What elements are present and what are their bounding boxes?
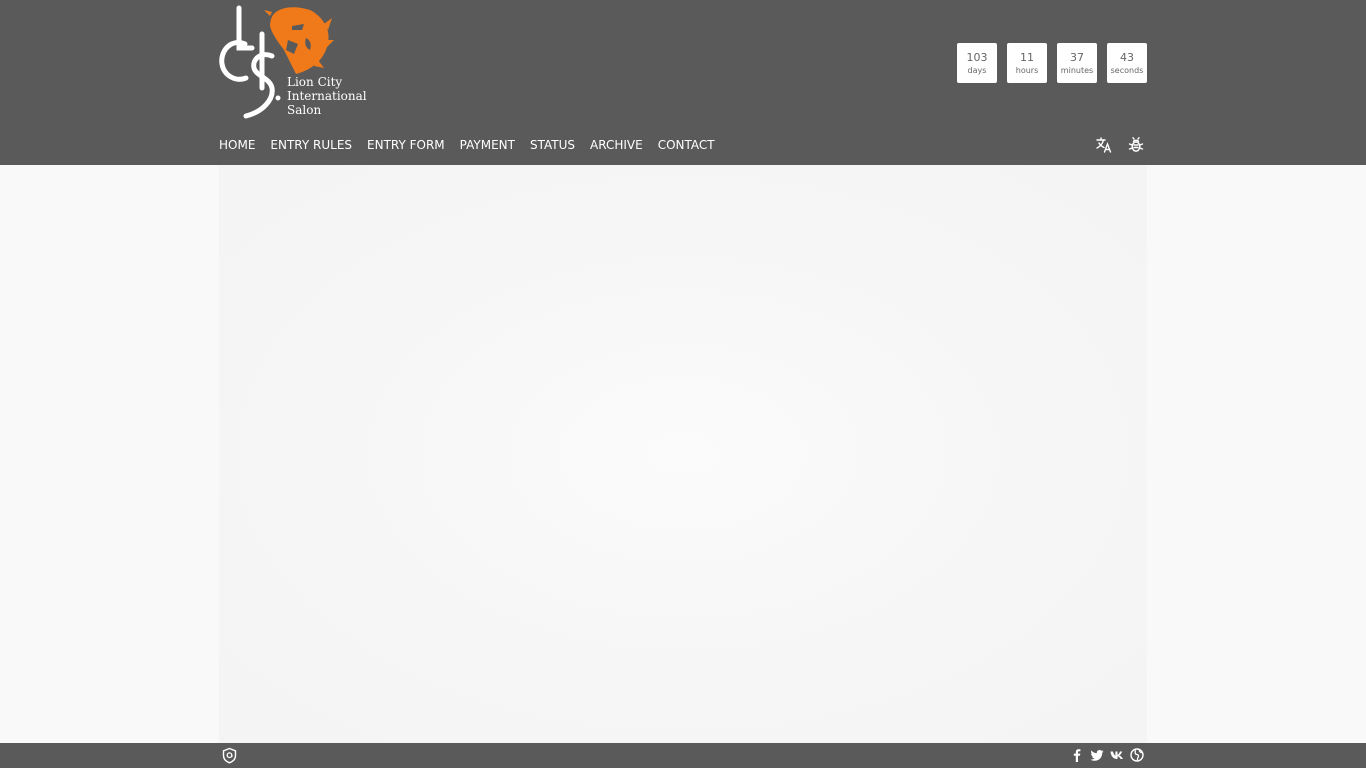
countdown-minutes-value: 37 [1070, 50, 1084, 64]
vk-icon[interactable] [1110, 748, 1124, 762]
facebook-icon[interactable] [1070, 748, 1084, 762]
nav-item-home[interactable]: HOME [219, 137, 255, 153]
nav-item-archive[interactable]: ARCHIVE [590, 137, 643, 153]
privacy-shield-icon[interactable] [221, 747, 238, 764]
twitter-icon[interactable] [1090, 748, 1104, 762]
countdown-minutes-unit: minutes [1060, 65, 1094, 75]
countdown-hours-value: 11 [1020, 50, 1034, 64]
brand-name: Lion City International Salon [287, 75, 367, 117]
brand-name-line-2: International [287, 89, 367, 103]
site-footer [0, 743, 1366, 768]
nav-item-entry-rules[interactable]: ENTRY RULES [270, 137, 352, 153]
nav-item-entry-form[interactable]: ENTRY FORM [367, 137, 445, 153]
translate-icon[interactable] [1095, 136, 1113, 154]
countdown-hours: 11 hours [1007, 43, 1047, 83]
globe-icon[interactable] [1130, 748, 1144, 762]
bug-icon[interactable] [1127, 136, 1145, 154]
site-header: Lion City International Salon 103 days 1… [0, 0, 1366, 165]
social-links [1070, 748, 1144, 762]
main-nav: HOME ENTRY RULES ENTRY FORM PAYMENT STAT… [219, 137, 715, 153]
countdown-days: 103 days [957, 43, 997, 83]
brand-name-line-1: Lion City [287, 75, 343, 89]
countdown-hours-unit: hours [1015, 65, 1039, 75]
countdown-seconds-value: 43 [1120, 50, 1134, 64]
countdown-seconds-unit: seconds [1110, 65, 1144, 75]
countdown-days-value: 103 [966, 50, 988, 64]
countdown-seconds: 43 seconds [1107, 43, 1147, 83]
countdown-minutes: 37 minutes [1057, 43, 1097, 83]
brand-name-line-3: Salon [287, 103, 322, 117]
nav-item-payment[interactable]: PAYMENT [460, 137, 515, 153]
main-content-area [219, 165, 1147, 743]
nav-item-status[interactable]: STATUS [530, 137, 575, 153]
site-logo[interactable]: Lion City International Salon [218, 4, 378, 122]
footer-left [221, 747, 238, 768]
nav-item-contact[interactable]: CONTACT [658, 137, 715, 153]
countdown-days-unit: days [967, 65, 987, 75]
countdown-timer: 103 days 11 hours 37 minutes 43 seconds [957, 43, 1147, 83]
header-icons [1095, 136, 1145, 154]
